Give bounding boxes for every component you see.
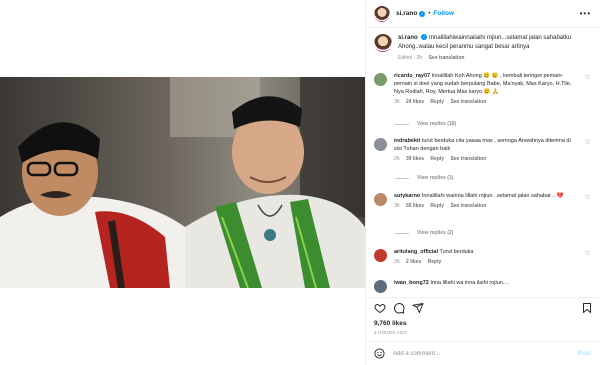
post-header: si.rano ✓ • Follow ••• bbox=[366, 0, 600, 28]
comment-like-heart-icon[interactable]: ♡ bbox=[585, 139, 590, 146]
divider-line bbox=[395, 232, 409, 234]
divider-line bbox=[395, 177, 409, 179]
separator-dot: • bbox=[428, 10, 431, 17]
commenter-username[interactable]: sutykarno bbox=[394, 193, 420, 199]
post-time-ago: 3 HOURS AGO bbox=[374, 330, 408, 335]
caption-text: si.rano ✓ Innalillahiwainnailaihi rojiun… bbox=[398, 34, 596, 51]
comment-body: turut berduka cita yaaaa mas , semoga An… bbox=[394, 138, 571, 152]
verified-badge-icon: ✓ bbox=[419, 10, 426, 17]
bookmark-icon[interactable] bbox=[581, 302, 593, 314]
caption-author-username[interactable]: si.rano bbox=[398, 35, 418, 41]
verified-badge-icon: ✓ bbox=[421, 34, 428, 41]
comment-body: Innalillahi wainna lillahi rojiun ..sela… bbox=[421, 193, 564, 199]
photo-illustration bbox=[0, 77, 365, 288]
post-details-panel: si.rano ✓ • Follow ••• si.rano ✓ Innalil… bbox=[365, 0, 600, 365]
comment-body: Inna lillahi wa inna ilaihi rojiun.... bbox=[430, 280, 509, 286]
view-replies-label: View replies (2) bbox=[417, 230, 454, 236]
comment-like-heart-icon[interactable]: ♡ bbox=[585, 74, 590, 81]
comment-meta: 2h 2 likes Reply bbox=[394, 259, 580, 265]
post-comment-button[interactable]: Post bbox=[578, 351, 591, 357]
view-replies-label: View replies (1) bbox=[417, 175, 454, 181]
comment-like-heart-icon[interactable]: ♡ bbox=[585, 250, 590, 257]
comment-text: aritulang_official Turut berduka bbox=[394, 248, 580, 256]
commenter-avatar[interactable] bbox=[374, 138, 387, 151]
comment-see-translation-link[interactable]: See translation bbox=[450, 203, 486, 209]
comment-likes-link[interactable]: 55 likes bbox=[406, 203, 424, 209]
share-icon[interactable] bbox=[412, 302, 424, 314]
post-caption: si.rano ✓ Innalillahiwainnailaihi rojiun… bbox=[374, 34, 596, 61]
comment-meta: 2h 39 likes Reply See translation bbox=[394, 156, 580, 162]
caption-see-translation-link[interactable]: See translation bbox=[429, 55, 465, 61]
more-options-icon[interactable]: ••• bbox=[580, 9, 591, 18]
post-action-bar bbox=[366, 297, 600, 317]
commenter-username[interactable]: iwan_bong72 bbox=[394, 280, 429, 286]
caption-timestamp: Edited · 2h bbox=[398, 55, 423, 61]
comment-like-heart-icon[interactable]: ♡ bbox=[585, 194, 590, 201]
comment-meta: 3h 24 likes Reply See translation bbox=[394, 99, 580, 105]
post-photo[interactable] bbox=[0, 77, 365, 288]
post-media-pane bbox=[0, 0, 365, 365]
comment-reply-button[interactable]: Reply bbox=[430, 99, 444, 105]
view-replies-label: View replies (18) bbox=[417, 121, 457, 127]
comment-time: 2h bbox=[394, 156, 400, 162]
commenter-avatar[interactable] bbox=[374, 193, 387, 206]
comment-item: ricardo_ray07 Innalillah Koh Ahong 😢 😢 ,… bbox=[374, 72, 596, 105]
emoji-icon[interactable] bbox=[374, 348, 385, 359]
commenter-username[interactable]: aritulang_official bbox=[394, 249, 438, 255]
author-avatar[interactable] bbox=[374, 5, 390, 22]
comment-reply-button[interactable]: Reply bbox=[430, 156, 444, 162]
comment-likes-link[interactable]: 2 likes bbox=[406, 259, 421, 265]
comment-time: 3h bbox=[394, 99, 400, 105]
comment-see-translation-link[interactable]: See translation bbox=[450, 99, 486, 105]
comment-time: 2h bbox=[394, 259, 400, 265]
follow-button[interactable]: Follow bbox=[433, 10, 454, 17]
comment-reply-button[interactable]: Reply bbox=[428, 259, 442, 265]
comment-body: Turut berduka bbox=[439, 249, 474, 255]
likes-count[interactable]: 9,760 likes bbox=[374, 320, 407, 327]
comment-text: indrabekti turut berduka cita yaaaa mas … bbox=[394, 137, 580, 153]
add-comment-input[interactable] bbox=[393, 350, 563, 357]
comment-reply-button[interactable]: Reply bbox=[430, 203, 444, 209]
comment-composer: Post bbox=[366, 341, 600, 365]
view-replies-button[interactable]: View replies (2) bbox=[395, 230, 453, 236]
commenter-avatar[interactable] bbox=[374, 73, 387, 86]
comment-likes-link[interactable]: 39 likes bbox=[406, 156, 424, 162]
comment-time: 3h bbox=[394, 203, 400, 209]
comment-icon[interactable] bbox=[393, 302, 405, 314]
author-username[interactable]: si.rano bbox=[396, 10, 417, 17]
comment-text: sutykarno Innalillahi wainna lillahi roj… bbox=[394, 192, 580, 200]
view-replies-button[interactable]: View replies (1) bbox=[395, 175, 453, 181]
comment-item: indrabekti turut berduka cita yaaaa mas … bbox=[374, 137, 596, 162]
caption-meta: Edited · 2h See translation bbox=[398, 55, 596, 61]
comment-text: ricardo_ray07 Innalillah Koh Ahong 😢 😢 ,… bbox=[394, 72, 580, 96]
view-replies-button[interactable]: View replies (18) bbox=[395, 121, 456, 127]
commenter-username[interactable]: ricardo_ray07 bbox=[394, 73, 430, 79]
comment-likes-link[interactable]: 24 likes bbox=[406, 99, 424, 105]
comment-text: iwan_bong72 Inna lillahi wa inna ilaihi … bbox=[394, 279, 580, 287]
caption-author-avatar[interactable] bbox=[374, 34, 392, 52]
commenter-avatar[interactable] bbox=[374, 280, 387, 293]
comment-meta: 3h 55 likes Reply See translation bbox=[394, 203, 580, 209]
comment-item: sutykarno Innalillahi wainna lillahi roj… bbox=[374, 192, 596, 209]
comment-see-translation-link[interactable]: See translation bbox=[450, 156, 486, 162]
commenter-username[interactable]: indrabekti bbox=[394, 138, 420, 144]
comment-item: aritulang_official Turut berduka 2h 2 li… bbox=[374, 248, 596, 265]
heart-icon[interactable] bbox=[374, 302, 386, 314]
divider-line bbox=[395, 123, 409, 125]
commenter-avatar[interactable] bbox=[374, 249, 387, 262]
comment-item: iwan_bong72 Inna lillahi wa inna ilaihi … bbox=[374, 279, 596, 295]
